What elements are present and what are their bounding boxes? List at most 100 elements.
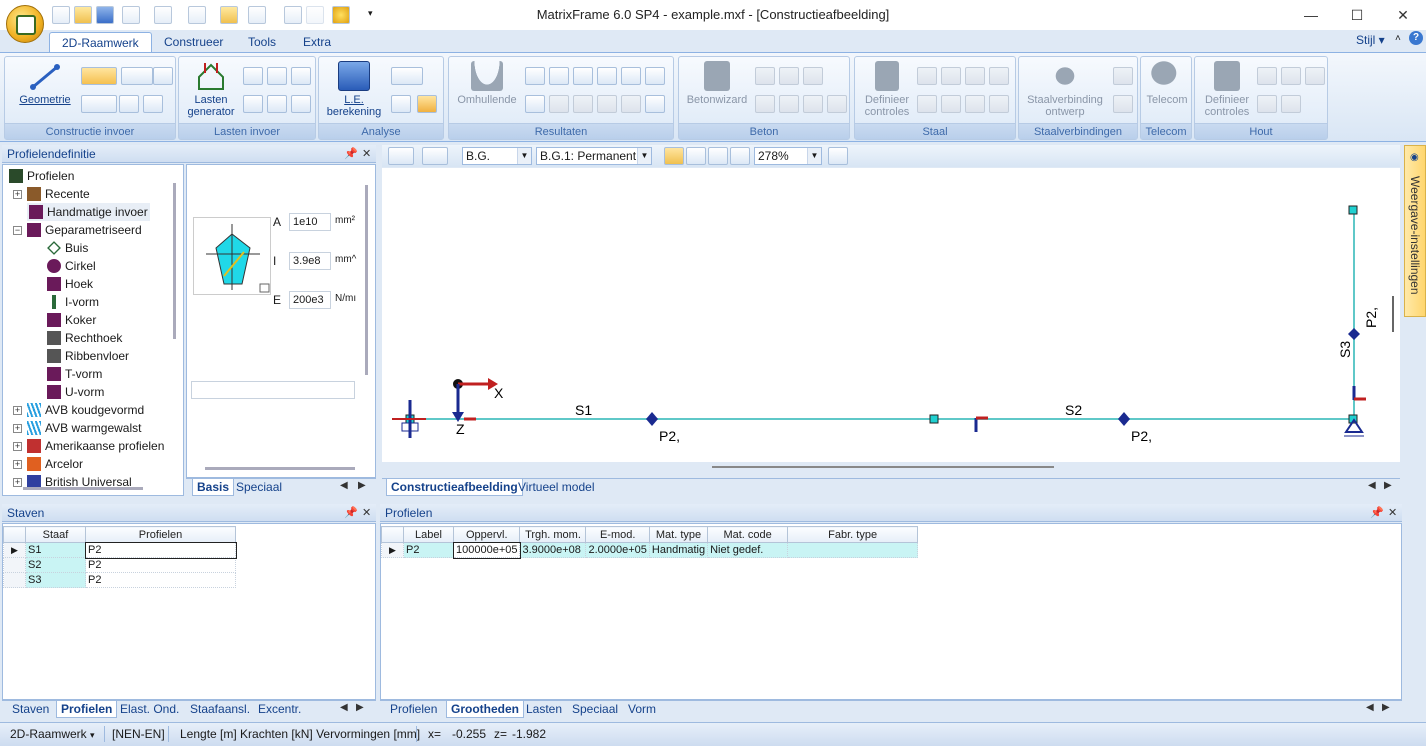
new-file-icon[interactable] xyxy=(52,6,70,24)
open-folder-icon[interactable] xyxy=(74,6,92,24)
report-icon[interactable] xyxy=(220,6,238,24)
tree-item[interactable]: Profielen xyxy=(9,167,74,185)
concrete-check-button[interactable] xyxy=(779,95,799,113)
connection-list-button[interactable] xyxy=(1113,67,1133,85)
redo-icon[interactable] xyxy=(306,6,324,24)
staaf-cell[interactable]: S1 xyxy=(25,542,86,558)
tree-item[interactable]: Ribbenvloer xyxy=(47,347,129,365)
tree-item[interactable]: Hoek xyxy=(47,275,93,293)
ribbon-collapse-icon[interactable]: ˄ xyxy=(1395,33,1401,44)
concrete-report-button[interactable] xyxy=(803,95,823,113)
telecom-button[interactable]: Telecom xyxy=(1143,61,1191,106)
tree-expander-icon[interactable]: + xyxy=(13,442,22,451)
support-reactions-button[interactable] xyxy=(573,67,593,85)
zoom-out-button[interactable] xyxy=(730,147,750,165)
panel-close-icon[interactable]: ✕ xyxy=(1388,504,1397,522)
omhullende-button[interactable]: Omhullende xyxy=(451,61,523,106)
panel-close-icon[interactable]: ✕ xyxy=(362,504,371,522)
tree-expander-icon[interactable]: + xyxy=(13,406,22,415)
node-tool-button[interactable] xyxy=(81,67,117,85)
table-row[interactable]: ▶ S1 P2 xyxy=(3,541,237,559)
tab-tools[interactable]: Tools xyxy=(236,32,288,52)
betonwizard-button[interactable]: Betonwizard xyxy=(681,61,753,106)
node-4[interactable] xyxy=(1348,205,1358,215)
le-berekening-button[interactable]: L.E. berekening xyxy=(321,61,387,118)
tab-constructieafbeelding[interactable]: Constructieafbeelding xyxy=(386,479,523,496)
tab-construeer[interactable]: Construeer xyxy=(152,32,235,52)
steel-list-button[interactable] xyxy=(989,95,1009,113)
profile-marker-s2-icon[interactable] xyxy=(1118,412,1130,426)
stress-button[interactable] xyxy=(549,95,569,113)
emod-cell[interactable]: 2.0000e+05 xyxy=(585,542,650,558)
tab-profielen[interactable]: Profielen xyxy=(56,701,118,718)
member-tool-button[interactable] xyxy=(153,67,173,85)
prop-value-i-input[interactable]: 3.9e8 xyxy=(289,252,331,270)
moment-line-button[interactable] xyxy=(621,67,641,85)
tree-item[interactable]: Koker xyxy=(47,311,96,329)
print-preview-icon[interactable] xyxy=(154,6,172,24)
timber-section-button[interactable] xyxy=(1305,67,1325,85)
concrete-section-button[interactable] xyxy=(755,67,775,85)
edit-icon[interactable] xyxy=(188,6,206,24)
export-icon[interactable] xyxy=(248,6,266,24)
load-table-button[interactable] xyxy=(291,95,311,113)
pan-hand-button[interactable] xyxy=(828,147,848,165)
label-cell[interactable]: P2 xyxy=(403,542,454,558)
node-2[interactable] xyxy=(929,414,939,424)
normal-force-button[interactable] xyxy=(525,95,545,113)
column-header[interactable]: Fabr. type xyxy=(787,526,919,543)
check-model-button[interactable] xyxy=(391,95,411,113)
staalverbinding-ontwerp-button[interactable]: Staalverbinding ontwerp xyxy=(1021,61,1109,118)
axis-mode-button[interactable] xyxy=(422,147,448,165)
distributed-load-button[interactable] xyxy=(267,67,287,85)
save-icon[interactable] xyxy=(96,6,114,24)
tab-2d-raamwerk[interactable]: 2D-Raamwerk xyxy=(49,32,152,52)
tree-item[interactable]: Recente xyxy=(27,185,90,203)
tab-elast-ond[interactable]: Elast. Ond. xyxy=(116,701,183,718)
load-case-button[interactable] xyxy=(243,95,263,113)
steel-section-button[interactable] xyxy=(965,67,985,85)
tab-scroll-left-icon[interactable]: ◀ xyxy=(340,702,348,713)
analysis-options-button[interactable] xyxy=(391,67,423,85)
tab-grootheden[interactable]: Grootheden xyxy=(446,701,524,718)
weergave-instellingen-sidebar[interactable]: ◉ Weergave-instellingen xyxy=(1404,145,1426,317)
tree-item[interactable]: Cirkel xyxy=(47,257,96,275)
status-mode[interactable]: 2D-Raamwerk ▾ xyxy=(10,727,95,741)
tree-item[interactable]: Amerikaanse profielen xyxy=(27,437,164,455)
tab-extra[interactable]: Extra xyxy=(291,32,343,52)
canvas-hscroll-thumb[interactable] xyxy=(712,466,1054,468)
fabr-cell[interactable] xyxy=(787,542,919,558)
tree-item[interactable]: AVB warmgewalst xyxy=(27,419,141,437)
minimize-button[interactable]: — xyxy=(1288,0,1334,30)
moment-load-button[interactable] xyxy=(291,67,311,85)
properties-hscrollbar[interactable] xyxy=(205,467,355,470)
tab-speciaal[interactable]: Speciaal xyxy=(568,701,622,718)
profiel-cell[interactable]: P2 xyxy=(84,541,237,559)
panel-close-icon[interactable]: ✕ xyxy=(362,145,371,163)
maximize-button[interactable]: ☐ xyxy=(1334,0,1380,30)
view-tab-scroll-left-icon[interactable]: ◀ xyxy=(1368,480,1376,491)
tree-item[interactable]: AVB koudgevormd xyxy=(27,401,144,419)
load-combination-button[interactable] xyxy=(267,95,287,113)
tree-expander-icon[interactable]: + xyxy=(13,460,22,469)
profile-marker-s1-icon[interactable] xyxy=(646,412,658,426)
staaf-cell[interactable]: S2 xyxy=(25,557,86,573)
concrete-beam-button[interactable] xyxy=(803,67,823,85)
app-logo-icon[interactable] xyxy=(6,5,44,43)
column-header[interactable]: Trgh. mom. xyxy=(519,526,587,543)
table-row[interactable]: ▶ P2 100000e+05 3.9000e+08 2.0000e+05 Handmat… xyxy=(381,541,919,559)
oppervl-cell[interactable]: 100000e+05 xyxy=(452,541,521,559)
tab-scroll-right-icon[interactable]: ▶ xyxy=(358,480,366,491)
help-icon[interactable]: ? xyxy=(1409,31,1423,45)
timber-unity-button[interactable] xyxy=(1257,67,1277,85)
trgh-cell[interactable]: 3.9000e+08 xyxy=(519,542,587,558)
tree-item[interactable]: U-vorm xyxy=(47,383,104,401)
strain-button[interactable] xyxy=(573,95,593,113)
steel-report-button[interactable] xyxy=(917,95,937,113)
tree-item[interactable]: Geparametriseerd xyxy=(27,221,142,239)
steel-optimize-button[interactable] xyxy=(965,95,985,113)
tree-expander-icon[interactable]: − xyxy=(13,226,22,235)
loadcase-select[interactable]: B.G. ▼ xyxy=(462,147,532,165)
spring-tool-button[interactable] xyxy=(119,95,139,113)
tab-scroll-right-icon[interactable]: ▶ xyxy=(1382,702,1390,713)
